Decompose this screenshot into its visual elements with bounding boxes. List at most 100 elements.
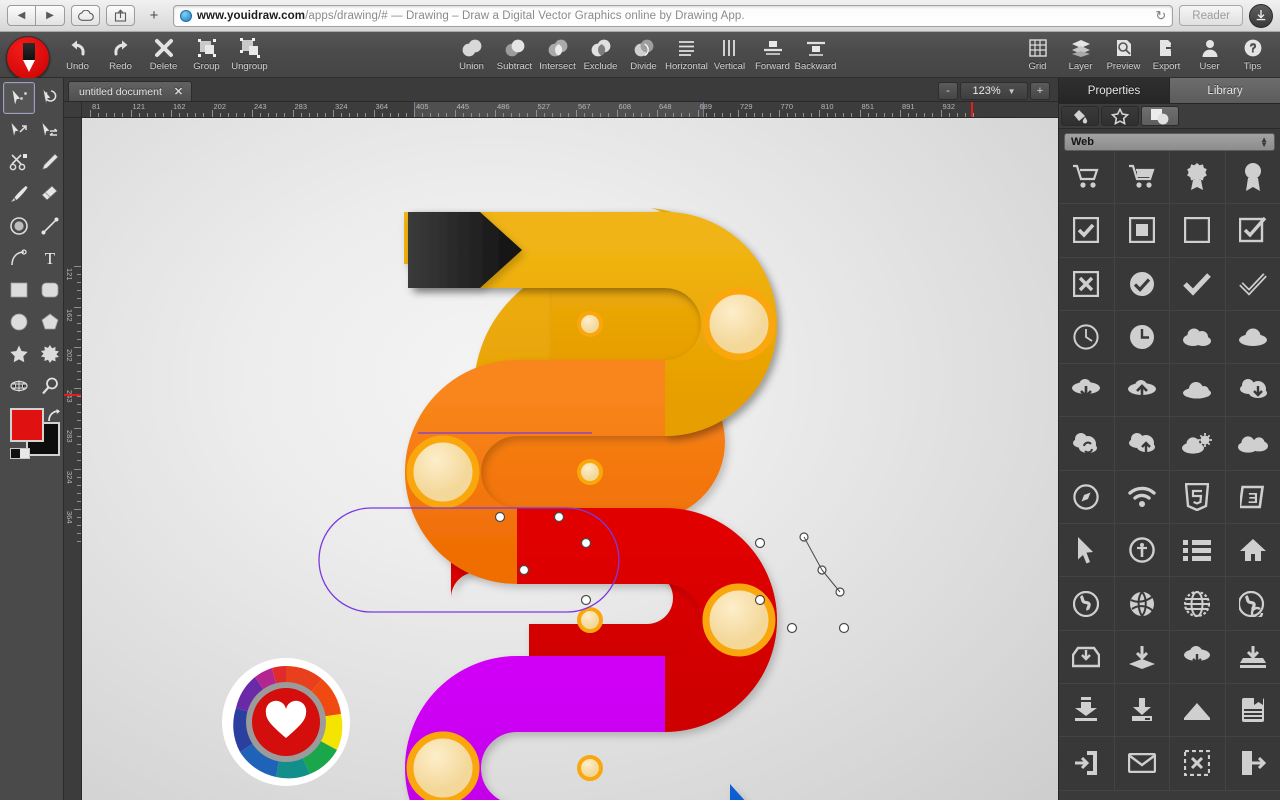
document-tab[interactable]: untitled document ✕ [68,81,192,101]
cursor-arrow-icon[interactable] [1059,524,1115,577]
inbox-download-icon[interactable] [1059,631,1115,684]
burst-icon[interactable] [34,338,66,370]
default-colors-swatch[interactable] [10,448,30,459]
clock-outline-icon[interactable] [1059,311,1115,364]
close-icon[interactable]: ✕ [174,85,183,98]
pen-icon[interactable] [34,146,66,178]
tab-properties[interactable]: Properties [1059,78,1169,104]
grid-button[interactable]: Grid [1016,32,1059,72]
downloads-icon[interactable] [1249,4,1273,28]
compass-icon[interactable] [1059,471,1115,524]
star-icon[interactable] [3,338,35,370]
list-bullets-icon[interactable] [1170,524,1226,577]
group-button[interactable]: Group [185,32,228,72]
ellipse-icon[interactable] [3,306,35,338]
cloud-download-small-icon[interactable] [1170,631,1226,684]
move-node-icon[interactable] [3,114,35,146]
clouds-download-icon[interactable] [1226,364,1280,417]
subtract-button[interactable]: Subtract [493,32,536,72]
rounded-rectangle-icon[interactable] [34,274,66,306]
clouds-double-icon[interactable] [1226,417,1280,470]
clouds-upload-icon[interactable] [1115,417,1171,470]
preview-button[interactable]: Preview [1102,32,1145,72]
checkbox-square-filled-icon[interactable] [1115,204,1171,257]
convert-node-icon[interactable] [34,114,66,146]
forward-arrow-icon[interactable]: ▶ [36,5,65,26]
checkbox-empty-icon[interactable] [1170,204,1226,257]
globe-refresh-icon[interactable] [1226,577,1280,630]
info-circle-icon[interactable] [1115,524,1171,577]
inbox-open-icon[interactable] [1170,684,1226,737]
text-icon[interactable]: T [34,242,66,274]
download-layers-icon[interactable] [1115,631,1171,684]
archive-icon[interactable] [1226,684,1280,737]
user-button[interactable]: User [1188,32,1231,72]
cart-outline-icon[interactable] [1059,151,1115,204]
ribbon-award-icon[interactable] [1170,151,1226,204]
bring-forward-button[interactable]: Forward [751,32,794,72]
brush-icon[interactable] [3,178,35,210]
export-button[interactable]: Export [1145,32,1188,72]
globe-wire-icon[interactable] [1115,577,1171,630]
checkbox-check-overflow-icon[interactable] [1226,204,1280,257]
redo-button[interactable]: Redo [99,32,142,72]
curve-icon[interactable] [3,242,35,274]
delete-dashed-icon[interactable] [1170,737,1226,790]
star-shape-icon[interactable] [1101,106,1139,126]
send-backward-button[interactable]: Backward [794,32,837,72]
horizontal-align-button[interactable]: Horizontal [665,32,708,72]
cloud-upload-icon[interactable] [1115,364,1171,417]
checkbox-x-icon[interactable] [1059,258,1115,311]
paint-bucket-icon[interactable] [1061,106,1099,126]
scissors-icon[interactable] [3,146,35,178]
url-bar[interactable]: www.youidraw.com/apps/drawing/# — Drawin… [173,5,1173,27]
check-bold-icon[interactable] [1170,258,1226,311]
delete-button[interactable]: Delete [142,32,185,72]
check-circle-icon[interactable] [1115,258,1171,311]
globe-circle-icon[interactable] [1059,577,1115,630]
cloud-filled-icon[interactable] [1226,311,1280,364]
fill-color-swatch[interactable] [10,408,44,442]
back-arrow-icon[interactable]: ◀ [7,5,36,26]
zoom-magnifier-icon[interactable] [34,370,66,402]
share-icon[interactable] [106,5,135,26]
undo-button[interactable]: Undo [56,32,99,72]
logout-door-icon[interactable] [1226,737,1280,790]
checkbox-checked-icon[interactable] [1059,204,1115,257]
library-category-select[interactable]: Web ▲▼ [1064,133,1275,151]
vertical-ruler[interactable]: 121162202243283324364 [64,118,82,800]
shapes-icon[interactable] [1141,106,1179,126]
check-outline-icon[interactable] [1226,258,1280,311]
cloud-plain-icon[interactable] [1170,364,1226,417]
partly-sunny-icon[interactable] [1170,417,1226,470]
clouds-icon[interactable] [1170,311,1226,364]
globe-grid-icon[interactable] [1170,577,1226,630]
tips-button[interactable]: ? Tips [1231,32,1274,72]
cart-filled-icon[interactable] [1115,151,1171,204]
rectangle-icon[interactable] [3,274,35,306]
exclude-button[interactable]: Exclude [579,32,622,72]
horizontal-ruler[interactable]: 8112116220224328332436440544548652756760… [82,102,1058,118]
rotate-select-icon[interactable] [34,82,66,114]
login-door-icon[interactable] [1059,737,1115,790]
polygon-icon[interactable] [34,306,66,338]
css3-shield-icon[interactable] [1170,471,1226,524]
zoom-in-button[interactable]: + [1030,82,1050,100]
mesh-icon[interactable] [3,370,35,402]
envelope-icon[interactable] [1115,737,1171,790]
youidraw-logo[interactable] [6,36,50,80]
wifi-icon[interactable] [1115,471,1171,524]
download-bar-icon[interactable] [1115,684,1171,737]
cloud-download-icon[interactable] [1059,364,1115,417]
reader-button[interactable]: Reader [1179,5,1243,26]
clock-filled-icon[interactable] [1115,311,1171,364]
medal-icon[interactable] [1226,151,1280,204]
js-badge-icon[interactable]: Ǝ [1226,471,1280,524]
direct-select-icon[interactable] [3,82,35,114]
swap-colors-icon[interactable] [46,408,62,427]
line-icon[interactable] [34,210,66,242]
icloud-icon[interactable] [71,5,100,26]
divide-button[interactable]: Divide [622,32,665,72]
zoom-level-field[interactable]: 123% ▼ [960,82,1028,100]
zoom-out-button[interactable]: - [938,82,958,100]
